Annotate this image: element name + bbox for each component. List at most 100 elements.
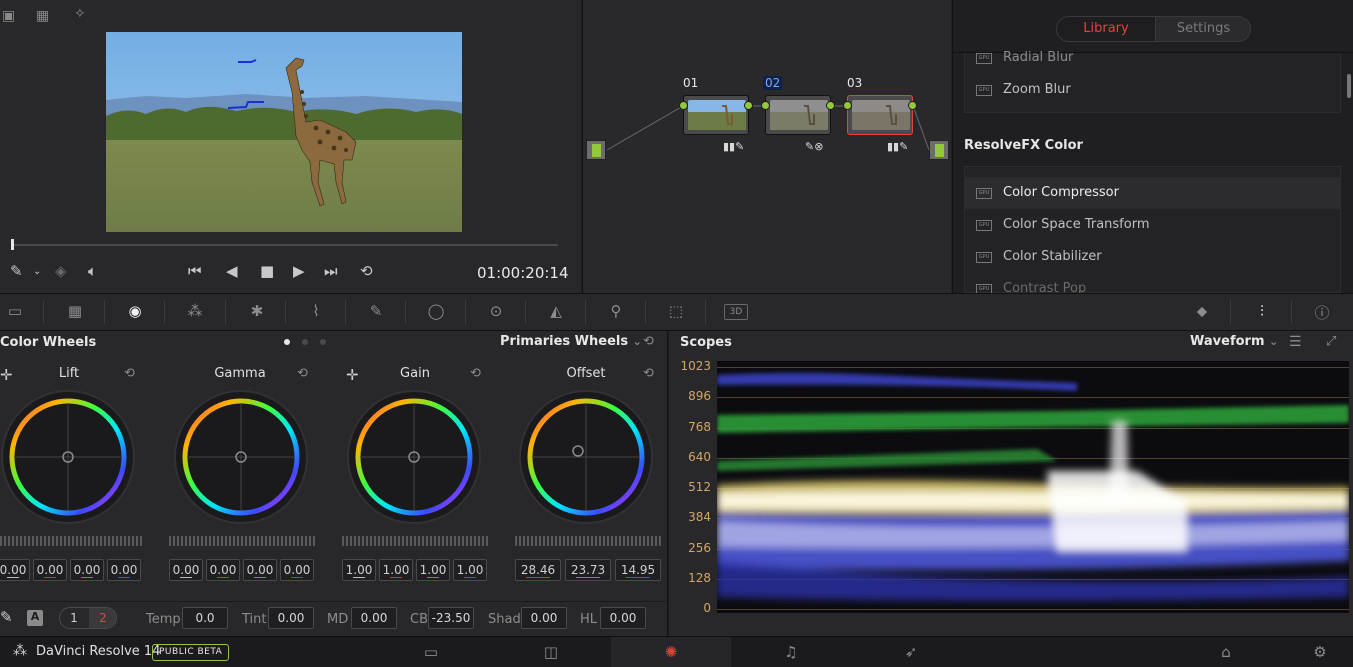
motion-effects-icon[interactable]: ✱: [246, 302, 268, 322]
auto-balance-button[interactable]: A: [27, 610, 43, 626]
source-input[interactable]: [586, 140, 606, 160]
blur-icon[interactable]: ◭: [545, 302, 567, 322]
play-icon[interactable]: ▶: [293, 262, 305, 280]
page-dot-1[interactable]: [284, 339, 290, 345]
node-01-output[interactable]: [744, 101, 753, 110]
edit-page-icon[interactable]: ◫: [491, 637, 611, 667]
scope-settings-icon[interactable]: ☰: [1289, 334, 1302, 350]
viewer-image[interactable]: [106, 32, 462, 232]
waveform-display[interactable]: [717, 361, 1349, 613]
single-viewer-icon[interactable]: ▣: [2, 8, 15, 24]
color-page-icon[interactable]: ✺: [611, 637, 731, 667]
tab-library[interactable]: Library: [1057, 17, 1155, 41]
offset-master-slider[interactable]: [515, 536, 661, 546]
gain-g-field[interactable]: 1.00: [416, 559, 450, 581]
offset-reset-icon[interactable]: ⟲: [643, 366, 654, 381]
settings-gear-icon[interactable]: ⚙: [1290, 637, 1350, 667]
stop-icon[interactable]: ■: [260, 262, 274, 280]
fx-item-zoom-blur[interactable]: GPU Zoom Blur: [964, 74, 1341, 106]
qualifier-icon[interactable]: ✎: [365, 302, 387, 322]
node-03-input[interactable]: [843, 101, 852, 110]
timeline-scrubber[interactable]: [12, 244, 558, 246]
playhead[interactable]: [11, 239, 14, 250]
stereo-3d-icon[interactable]: 3D: [724, 304, 748, 320]
gamma-y-field[interactable]: 0.00: [169, 559, 203, 581]
tracker-icon[interactable]: ⊙: [485, 302, 507, 322]
node-output[interactable]: [929, 140, 949, 160]
offset-b-field[interactable]: 14.95: [615, 559, 661, 581]
fx-item-color-compressor[interactable]: GPU Color Compressor: [964, 177, 1341, 209]
wheels-mode-select[interactable]: Primaries Wheels ⌄: [500, 334, 642, 349]
node-02-output[interactable]: [826, 101, 835, 110]
gain-y-field[interactable]: 1.00: [342, 559, 376, 581]
hl-field[interactable]: 0.00: [600, 607, 646, 629]
temp-field[interactable]: 0.0: [182, 607, 228, 629]
node-02-input[interactable]: [761, 101, 770, 110]
expand-icon[interactable]: ⤢: [1326, 334, 1336, 349]
page-dot-2[interactable]: [302, 339, 308, 345]
play-reverse-icon[interactable]: ◀: [226, 262, 238, 280]
loop-icon[interactable]: ⟲: [360, 262, 373, 280]
media-page-icon[interactable]: ▭: [371, 637, 491, 667]
crosshair-icon[interactable]: ✛: [0, 366, 13, 384]
gamma-r-field[interactable]: 0.00: [206, 559, 240, 581]
skip-to-end-icon[interactable]: ⏭︎: [324, 262, 338, 280]
lift-g-field[interactable]: 0.00: [70, 559, 104, 581]
camera-raw-icon[interactable]: ▭: [4, 302, 26, 322]
tab-settings[interactable]: Settings: [1155, 17, 1250, 41]
lift-reset-icon[interactable]: ⟲: [124, 366, 135, 381]
lift-master-slider[interactable]: [0, 536, 142, 546]
crosshair-icon[interactable]: ✛: [346, 366, 359, 384]
speaker-icon[interactable]: 🔈︎: [88, 262, 97, 280]
offset-wheel[interactable]: [516, 387, 656, 527]
lift-y-field[interactable]: 0.00: [0, 559, 30, 581]
rgb-mixer-icon[interactable]: ⁂: [184, 302, 206, 322]
cb-field[interactable]: -23.50: [428, 607, 474, 629]
scope-mode-select[interactable]: Waveform ⌄: [1190, 334, 1278, 349]
sizing-icon[interactable]: ⬚: [665, 302, 687, 322]
color-wheels-icon[interactable]: ◉: [124, 302, 146, 322]
fx-item-contrast-pop[interactable]: GPU Contrast Pop: [964, 273, 1341, 293]
fairlight-page-icon[interactable]: ♫: [731, 637, 851, 667]
color-match-icon[interactable]: ▦: [64, 302, 86, 322]
gamma-wheel[interactable]: [171, 387, 311, 527]
node-02[interactable]: [765, 95, 831, 135]
library-scrollbar[interactable]: [1347, 74, 1351, 98]
gallery-icon[interactable]: ▦: [36, 8, 49, 24]
shad-field[interactable]: 0.00: [521, 607, 567, 629]
layers-icon[interactable]: ◈: [55, 262, 67, 280]
gain-r-field[interactable]: 1.00: [379, 559, 413, 581]
page-1-button[interactable]: 1: [60, 608, 88, 628]
tint-field[interactable]: 0.00: [268, 607, 314, 629]
node-01-input[interactable]: [679, 101, 688, 110]
gain-b-field[interactable]: 1.00: [453, 559, 487, 581]
gamma-reset-icon[interactable]: ⟲: [297, 366, 308, 381]
eyedropper-icon[interactable]: ✎: [10, 262, 23, 280]
deliver-page-icon[interactable]: ➶: [851, 637, 971, 667]
gamma-b-field[interactable]: 0.00: [280, 559, 314, 581]
page-dot-3[interactable]: [320, 339, 326, 345]
key-icon[interactable]: ⚲: [605, 302, 627, 322]
gain-reset-icon[interactable]: ⟲: [470, 366, 481, 381]
chevron-down-icon[interactable]: ⌄: [33, 266, 41, 277]
info-icon[interactable]: ⓘ: [1311, 302, 1333, 322]
gamma-g-field[interactable]: 0.00: [243, 559, 277, 581]
lift-wheel[interactable]: [0, 387, 138, 527]
power-window-icon[interactable]: ◯: [425, 302, 447, 322]
fx-item-color-space-transform[interactable]: GPU Color Space Transform: [964, 209, 1341, 241]
offset-g-field[interactable]: 23.73: [565, 559, 611, 581]
gamma-master-slider[interactable]: [169, 536, 315, 546]
md-field[interactable]: 0.00: [351, 607, 397, 629]
node-03-output[interactable]: [908, 101, 917, 110]
magic-wand-icon[interactable]: ✧: [74, 6, 86, 22]
node-01[interactable]: [683, 95, 749, 135]
offset-r-field[interactable]: 28.46: [515, 559, 561, 581]
lift-r-field[interactable]: 0.00: [33, 559, 67, 581]
node-editor[interactable]: 01 ▮▮✎ 02 ✎⊗ 03 ▮▮✎: [582, 0, 951, 293]
curves-icon[interactable]: ⌇: [305, 302, 327, 322]
lightbox-icon[interactable]: ⬥: [1191, 302, 1213, 322]
skip-to-start-icon[interactable]: ⏮︎: [188, 262, 202, 280]
reset-all-icon[interactable]: ⟲: [643, 334, 654, 349]
gain-wheel[interactable]: [344, 387, 484, 527]
fx-item-radial-blur[interactable]: GPU Radial Blur: [964, 42, 1341, 74]
